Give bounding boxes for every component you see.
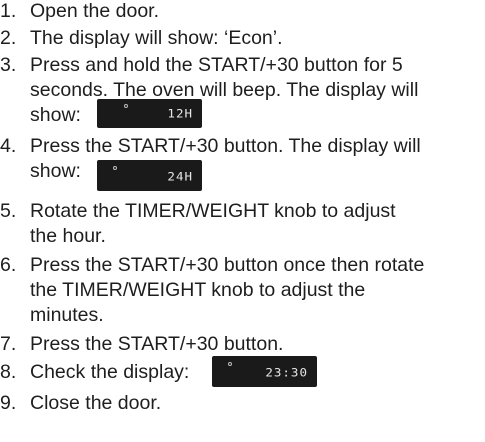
instruction-steps: 1. Open the door. 2. The display will sh… — [0, 0, 485, 442]
step-text: Press the START/+30 button. — [30, 333, 284, 355]
step-text: The display will show: ‘Econ’. — [30, 27, 283, 49]
indicator-dot-icon — [228, 362, 232, 366]
step-number: 4. — [0, 135, 17, 157]
display-readout: 23:30 — [212, 356, 317, 387]
step-number: 9. — [0, 392, 17, 414]
step-number: 2. — [0, 27, 17, 49]
step-number: 1. — [0, 0, 17, 22]
display-readout-text: 12H — [167, 106, 193, 121]
step-text: Close the door. — [30, 392, 162, 414]
step-text: Press the START/+30 button once then rot… — [30, 254, 425, 276]
step-number: 5. — [0, 200, 17, 222]
indicator-dot-icon — [113, 166, 117, 170]
step-text: Rotate the TIMER/WEIGHT knob to adjust — [30, 200, 396, 222]
step-text: the hour. — [30, 225, 106, 247]
step-text: Check the display: — [30, 361, 190, 383]
display-readout-text: 23:30 — [265, 365, 308, 380]
step-text: seconds. The oven will beep. The display… — [30, 79, 419, 101]
step-text: show: — [30, 104, 81, 126]
display-readout-text: 24H — [167, 169, 193, 184]
display-readout: 24H — [97, 160, 202, 191]
step-text: minutes. — [30, 304, 104, 326]
step-number: 3. — [0, 54, 17, 76]
step-number: 7. — [0, 333, 17, 355]
step-text: Press the START/+30 button. The display … — [30, 135, 421, 157]
step-number: 6. — [0, 254, 17, 276]
step-text: the TIMER/WEIGHT knob to adjust the — [30, 279, 366, 301]
step-text: Open the door. — [30, 0, 160, 22]
step-number: 8. — [0, 361, 17, 383]
indicator-dot-icon — [124, 104, 128, 108]
step-text: show: — [30, 160, 81, 182]
display-readout: 12H — [97, 99, 202, 128]
step-text: Press and hold the START/+30 button for … — [30, 54, 403, 76]
